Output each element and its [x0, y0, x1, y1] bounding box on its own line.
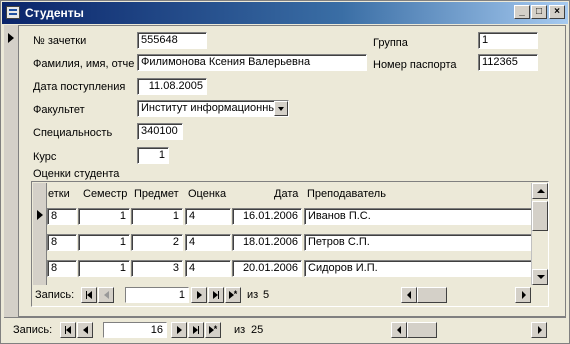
enroll-date-field[interactable]: 11.08.2005 [137, 78, 207, 95]
group-field[interactable]: 1 [478, 32, 538, 49]
row-subject[interactable]: 1 [131, 208, 183, 225]
row-subject[interactable]: 3 [131, 260, 183, 277]
fullname-label: Фамилия, имя, отче [33, 58, 135, 70]
main-horizontal-scroll-thumb[interactable] [407, 322, 437, 338]
faculty-value: Институт информационны [141, 102, 277, 114]
row-teacher[interactable]: Сидоров И.П. [304, 260, 532, 277]
record-book-label: № зачетки [33, 35, 87, 47]
specialty-field[interactable]: 340100 [137, 123, 183, 140]
grades-nav-total: 5 [263, 289, 270, 301]
row-teacher[interactable]: Петров С.П. [304, 234, 532, 251]
main-nav-total: 25 [251, 324, 264, 336]
passport-field[interactable]: 112365 [478, 54, 538, 71]
row-grade[interactable]: 4 [185, 234, 231, 251]
current-grade-row-icon [37, 210, 43, 220]
grades-record-selector[interactable] [33, 183, 47, 285]
main-new-record-button[interactable]: * [205, 322, 221, 338]
first-record-button[interactable] [81, 287, 97, 303]
faculty-label: Факультет [33, 104, 85, 116]
grades-record-number[interactable]: 1 [125, 287, 189, 303]
window-title: Студенты [25, 6, 84, 20]
specialty-label: Специальность [33, 127, 113, 139]
next-record-button[interactable] [191, 287, 207, 303]
scroll-down-button[interactable] [532, 269, 548, 285]
row-date[interactable]: 20.01.2006 [232, 260, 302, 277]
row-record-book[interactable]: 8 [47, 234, 77, 251]
title-bar[interactable]: Студенты _ □ × [2, 2, 568, 24]
main-record-number[interactable]: 16 [103, 322, 167, 338]
scroll-thumb[interactable] [532, 201, 548, 231]
faculty-combo[interactable]: Институт информационны [137, 100, 289, 117]
prev-record-button[interactable] [98, 287, 114, 303]
col-date: Дата [274, 188, 299, 200]
grades-subform-label: Оценки студента [33, 168, 120, 180]
grades-vertical-scrollbar[interactable] [531, 183, 548, 285]
fullname-field[interactable]: Филимонова Ксения Валерьевна [137, 54, 367, 71]
horizontal-scroll-thumb[interactable] [417, 287, 447, 303]
row-date[interactable]: 16.01.2006 [232, 208, 302, 225]
faculty-dropdown-button[interactable] [274, 101, 288, 116]
scroll-right-button[interactable] [515, 287, 531, 303]
col-grade: Оценка [188, 188, 227, 200]
course-label: Курс [33, 151, 57, 163]
main-prev-record-button[interactable] [77, 322, 93, 338]
students-window: Студенты _ □ × № зачетки 555648 Фамилия,… [0, 0, 570, 344]
col-subject: Предмет [134, 188, 179, 200]
row-semester[interactable]: 1 [78, 234, 130, 251]
minimize-button[interactable]: _ [514, 5, 530, 19]
main-navigation-bar: Запись: 16 * из 25 [11, 322, 565, 338]
scroll-left-button[interactable] [401, 287, 417, 303]
passport-label: Номер паспорта [373, 59, 457, 71]
row-grade[interactable]: 4 [185, 260, 231, 277]
course-field[interactable]: 1 [137, 147, 169, 164]
grades-nav-of: из [247, 289, 259, 301]
main-nav-of: из [234, 324, 246, 336]
current-record-arrow-icon [8, 33, 14, 43]
form-icon [6, 6, 20, 19]
enroll-date-label: Дата поступления [33, 81, 126, 93]
row-date[interactable]: 18.01.2006 [232, 234, 302, 251]
col-record-book: етки [48, 188, 70, 200]
row-record-book[interactable]: 8 [47, 260, 77, 277]
maximize-button[interactable]: □ [531, 5, 547, 19]
close-button[interactable]: × [549, 5, 565, 19]
new-record-button[interactable]: * [225, 287, 241, 303]
grades-navigation-bar: Запись: 1 * из 5 [33, 287, 547, 303]
main-nav-label: Запись: [13, 324, 53, 336]
record-book-field[interactable]: 555648 [137, 32, 207, 49]
main-last-record-button[interactable] [188, 322, 204, 338]
row-grade[interactable]: 4 [185, 208, 231, 225]
main-next-record-button[interactable] [171, 322, 187, 338]
main-first-record-button[interactable] [60, 322, 76, 338]
group-label: Группа [373, 37, 408, 49]
record-selector[interactable] [4, 25, 19, 317]
last-record-button[interactable] [208, 287, 224, 303]
col-semester: Семестр [83, 188, 128, 200]
row-subject[interactable]: 2 [131, 234, 183, 251]
col-teacher: Преподаватель [307, 188, 386, 200]
grades-nav-label: Запись: [35, 289, 75, 301]
row-semester[interactable]: 1 [78, 208, 130, 225]
row-teacher[interactable]: Иванов П.С. [304, 208, 532, 225]
main-scroll-right-button[interactable] [531, 322, 547, 338]
row-record-book[interactable]: 8 [47, 208, 77, 225]
scroll-up-button[interactable] [532, 183, 548, 199]
row-semester[interactable]: 1 [78, 260, 130, 277]
main-scroll-left-button[interactable] [391, 322, 407, 338]
